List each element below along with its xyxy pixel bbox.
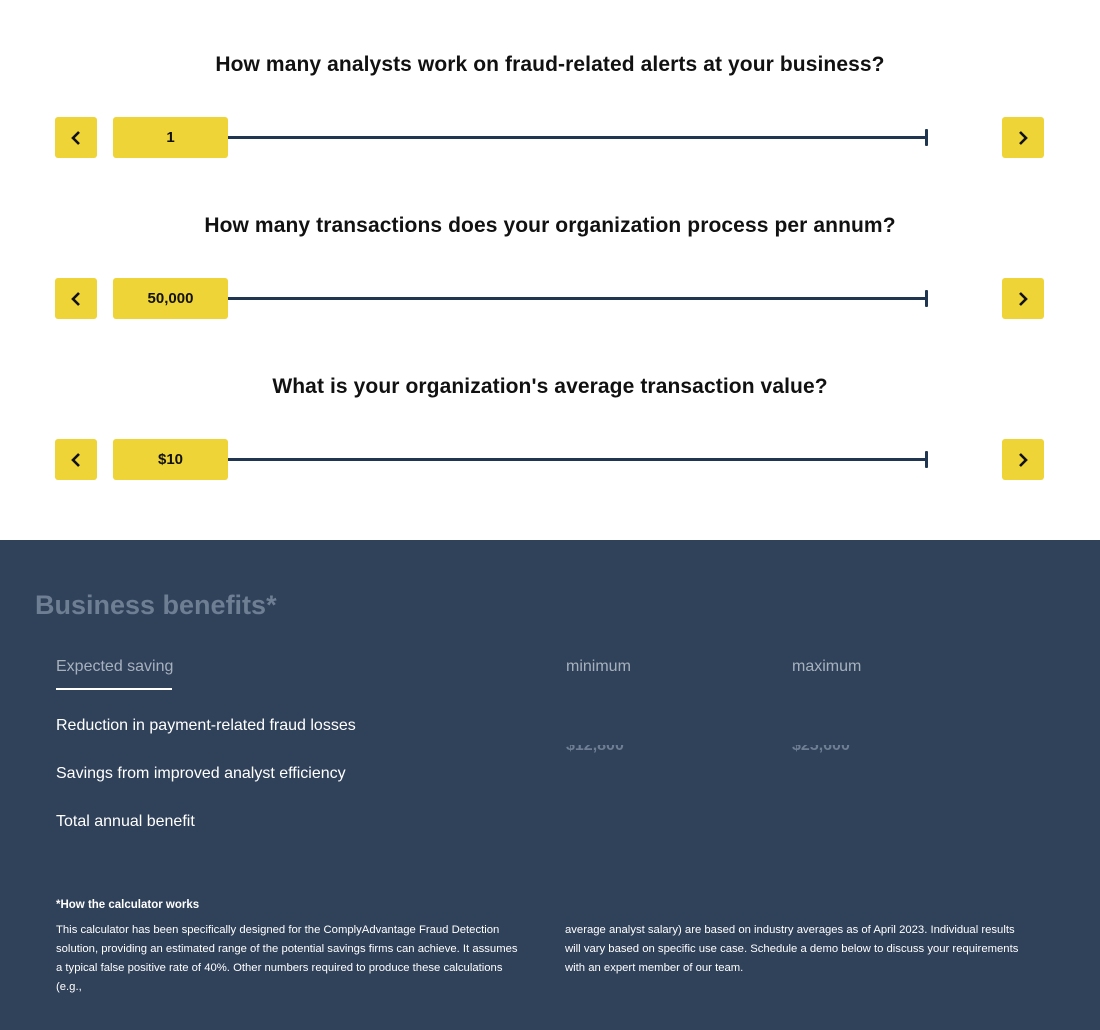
section-title: Business benefits* [35, 590, 277, 620]
row-total-benefit: Total annual benefit [56, 813, 195, 830]
chevron-right-icon [1019, 130, 1028, 145]
question-transaction-value: What is your organization's average tran… [272, 375, 828, 398]
footnote-text-col1: This calculator has been specifically de… [56, 924, 518, 993]
question-transactions: How many transactions does your organiza… [204, 214, 896, 237]
footnote-text-col2: average analyst salary) are based on ind… [565, 924, 1019, 974]
chevron-right-icon [1019, 452, 1028, 467]
chevron-left-icon [71, 130, 80, 145]
transaction-value-decrement-button[interactable] [55, 439, 97, 480]
slider-thumb[interactable]: $10 [113, 439, 228, 480]
maximum-value-text: $25,600 [792, 745, 850, 754]
slider-track[interactable] [120, 297, 928, 300]
slider-thumb[interactable]: 1 [113, 117, 228, 158]
analysts-decrement-button[interactable] [55, 117, 97, 158]
minimum-value-text: $12,800 [566, 745, 624, 754]
slider-track[interactable] [120, 136, 928, 139]
slider-track-end [925, 290, 928, 307]
footnote-heading: *How the calculator works [56, 899, 200, 911]
slider-track-end [925, 129, 928, 146]
chevron-left-icon [71, 291, 80, 306]
slider-thumb[interactable]: 50,000 [113, 278, 228, 319]
slider-track-end [925, 451, 928, 468]
question-analysts: How many analysts work on fraud-related … [215, 53, 885, 76]
calculator-inputs: How many analysts work on fraud-related … [0, 0, 1100, 540]
business-benefits-section: Business benefits* Expected saving minim… [0, 540, 1100, 1030]
analysts-slider[interactable]: 1 [0, 117, 1100, 159]
column-maximum: maximum [792, 658, 862, 675]
chevron-left-icon [71, 452, 80, 467]
column-minimum: minimum [566, 658, 631, 675]
active-tab-underline [56, 688, 172, 690]
transaction-value-increment-button[interactable] [1002, 439, 1044, 480]
maximum-value: $25,600 [792, 745, 912, 758]
row-fraud-losses: Reduction in payment-related fraud losse… [56, 717, 356, 734]
transactions-increment-button[interactable] [1002, 278, 1044, 319]
tab-expected-saving[interactable]: Expected saving [56, 658, 173, 676]
row-analyst-efficiency: Savings from improved analyst efficiency [56, 765, 346, 782]
slider-track[interactable] [120, 458, 928, 461]
minimum-value: $12,800 [566, 745, 686, 758]
transaction-value-slider[interactable]: $10 [0, 439, 1100, 481]
transactions-slider[interactable]: 50,000 [0, 278, 1100, 320]
chevron-right-icon [1019, 291, 1028, 306]
analysts-increment-button[interactable] [1002, 117, 1044, 158]
transactions-decrement-button[interactable] [55, 278, 97, 319]
